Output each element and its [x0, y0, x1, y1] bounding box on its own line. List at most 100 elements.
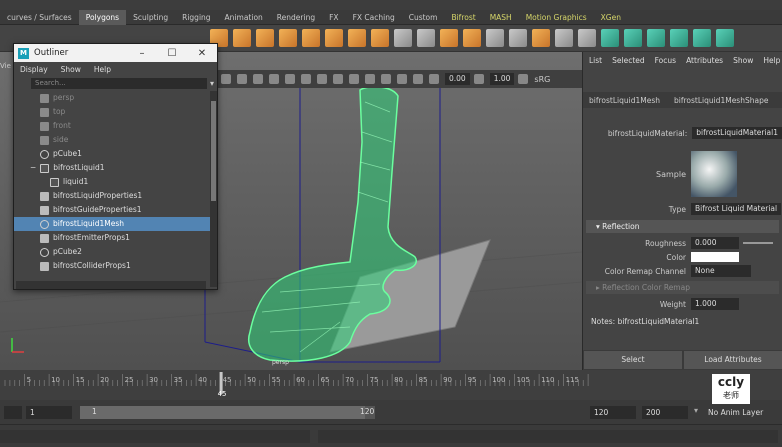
shelf-tool-icon[interactable]	[279, 29, 297, 47]
camera-icon[interactable]	[221, 74, 231, 84]
gamma-icon[interactable]	[473, 74, 484, 84]
color-swatch[interactable]	[691, 252, 739, 262]
shelf-tool-icon[interactable]	[509, 29, 527, 47]
outliner-item[interactable]: bifrostEmitterProps1	[14, 231, 210, 245]
range-slider[interactable]: 1 120	[80, 406, 375, 419]
shelf-tab-polygons[interactable]: Polygons	[78, 9, 127, 25]
shelf-tool-icon[interactable]	[555, 29, 573, 47]
exposure-icon[interactable]	[429, 74, 439, 84]
outliner-item[interactable]: side	[14, 133, 210, 147]
roughness-field[interactable]: 0.000	[691, 237, 739, 249]
outliner-item[interactable]: front	[14, 119, 210, 133]
shelf-tool-icon[interactable]	[578, 29, 596, 47]
select-button[interactable]: Select	[583, 350, 683, 370]
maximize-icon[interactable]: ☐	[157, 48, 187, 59]
ae-menu-show[interactable]: Show	[733, 56, 753, 65]
shelf-tab-rendering[interactable]: Rendering	[270, 10, 322, 25]
exposure-field[interactable]: 0.00	[445, 73, 470, 85]
type-field[interactable]: Bifrost Liquid Material	[691, 203, 782, 215]
color-remap-dropdown[interactable]: None	[691, 265, 751, 277]
outliner-titlebar[interactable]: M Outliner – ☐ ✕	[14, 44, 217, 62]
outliner-search-input[interactable]: Search...	[31, 77, 207, 89]
outliner-menu-display[interactable]: Display	[20, 65, 48, 74]
ae-menu-attributes[interactable]: Attributes	[686, 56, 723, 65]
safe-title-icon[interactable]	[413, 74, 423, 84]
shelf-tool-icon[interactable]	[693, 29, 711, 47]
ae-menu-list[interactable]: List	[589, 56, 602, 65]
reflection-remap-section[interactable]: ▸ Reflection Color Remap	[586, 281, 779, 294]
safe-action-icon[interactable]	[397, 74, 407, 84]
ae-tab[interactable]: bifrostLiquid1Mesh	[589, 96, 660, 105]
shelf-tab-bifrost[interactable]: Bifrost	[444, 10, 482, 25]
shelf-tool-icon[interactable]	[624, 29, 642, 47]
ae-menu-focus[interactable]: Focus	[655, 56, 676, 65]
ae-menu-help[interactable]: Help	[763, 56, 780, 65]
field-chart-icon[interactable]	[381, 74, 391, 84]
ae-tab[interactable]: bifrostLiquid1MeshShape	[674, 96, 768, 105]
outliner-item[interactable]: bifrostLiquid1Mesh	[14, 217, 210, 231]
scene-end-field[interactable]: 200	[642, 406, 688, 419]
shelf-tool-icon[interactable]	[647, 29, 665, 47]
shelf-tool-icon[interactable]	[601, 29, 619, 47]
shelf-tab-custom[interactable]: Custom	[402, 10, 445, 25]
minimize-icon[interactable]: –	[127, 48, 157, 59]
isolate-icon[interactable]	[349, 74, 359, 84]
shelf-tool-icon[interactable]	[256, 29, 274, 47]
outliner-h-scrollbar[interactable]	[16, 281, 206, 289]
gamma-field[interactable]: 1.00	[489, 73, 515, 85]
shelf-tool-icon[interactable]	[670, 29, 688, 47]
shelf-tool-icon[interactable]	[394, 29, 412, 47]
outliner-menu-help[interactable]: Help	[94, 65, 111, 74]
grid-icon[interactable]	[237, 74, 247, 84]
outliner-item[interactable]: persp	[14, 91, 210, 105]
outliner-item[interactable]: top	[14, 105, 210, 119]
light-icon[interactable]	[301, 74, 311, 84]
outliner-menu-show[interactable]: Show	[61, 65, 81, 74]
shelf-tab-sculpting[interactable]: Sculpting	[126, 10, 175, 25]
wireframe-icon[interactable]	[253, 74, 263, 84]
playback-end-field[interactable]: 120	[590, 406, 636, 419]
shelf-tab-mash[interactable]: MASH	[483, 10, 519, 25]
outliner-item[interactable]: pCube1	[14, 147, 210, 161]
shelf-tab-fx-caching[interactable]: FX Caching	[346, 10, 402, 25]
shelf-tab-fx[interactable]: FX	[322, 10, 345, 25]
anim-layer-label[interactable]: No Anim Layer	[708, 408, 763, 417]
shelf-tool-icon[interactable]	[302, 29, 320, 47]
time-slider[interactable]: 5 10 15 20 25 30 35 40 45 50 55 60 65 70 75 80 85 90 95 100…	[0, 370, 782, 400]
outliner-item[interactable]: pCube2	[14, 245, 210, 259]
anim-layer-dropdown-icon[interactable]: ▾	[694, 406, 698, 415]
material-name-field[interactable]: bifrostLiquidMaterial1	[692, 127, 782, 139]
outliner-item[interactable]: − bifrostLiquid1	[14, 161, 210, 175]
xray-icon[interactable]	[333, 74, 343, 84]
shelf-tool-icon[interactable]	[440, 29, 458, 47]
shelf-tool-icon[interactable]	[532, 29, 550, 47]
search-dropdown-icon[interactable]: ▾	[210, 79, 214, 88]
shelf-tool-icon[interactable]	[417, 29, 435, 47]
shelf-tool-icon[interactable]	[486, 29, 504, 47]
shadow-icon[interactable]	[317, 74, 327, 84]
color-space-label[interactable]: sRG	[534, 75, 550, 84]
shelf-tool-icon[interactable]	[463, 29, 481, 47]
outliner-item[interactable]: bifrostGuideProperties1	[14, 203, 210, 217]
ae-menu-selected[interactable]: Selected	[612, 56, 645, 65]
shelf-tool-icon[interactable]	[325, 29, 343, 47]
weight-field[interactable]: 1.000	[691, 298, 739, 310]
outliner-item[interactable]: bifrostLiquidProperties1	[14, 189, 210, 203]
color-management-icon[interactable]	[518, 74, 529, 84]
shelf-tab-xgen[interactable]: XGen	[594, 10, 628, 25]
command-input[interactable]	[0, 430, 310, 443]
texture-icon[interactable]	[285, 74, 295, 84]
shelf-tab-animation[interactable]: Animation	[218, 10, 270, 25]
scene-start-field[interactable]	[4, 406, 22, 419]
outliner-item[interactable]: bifrostColliderProps1	[14, 259, 210, 273]
shelf-tab-curves-surfaces[interactable]: curves / Surfaces	[0, 10, 79, 25]
playback-start-field[interactable]: 1	[26, 406, 72, 419]
outliner-scrollbar[interactable]	[210, 91, 217, 287]
reflection-section[interactable]: ▾ Reflection	[586, 220, 779, 233]
shelf-tool-icon[interactable]	[716, 29, 734, 47]
load-attributes-button[interactable]: Load Attributes	[683, 350, 782, 370]
shaded-icon[interactable]	[269, 74, 279, 84]
range-slider-handle[interactable]	[80, 406, 365, 419]
shelf-tool-icon[interactable]	[371, 29, 389, 47]
outliner-item[interactable]: liquid1	[14, 175, 210, 189]
